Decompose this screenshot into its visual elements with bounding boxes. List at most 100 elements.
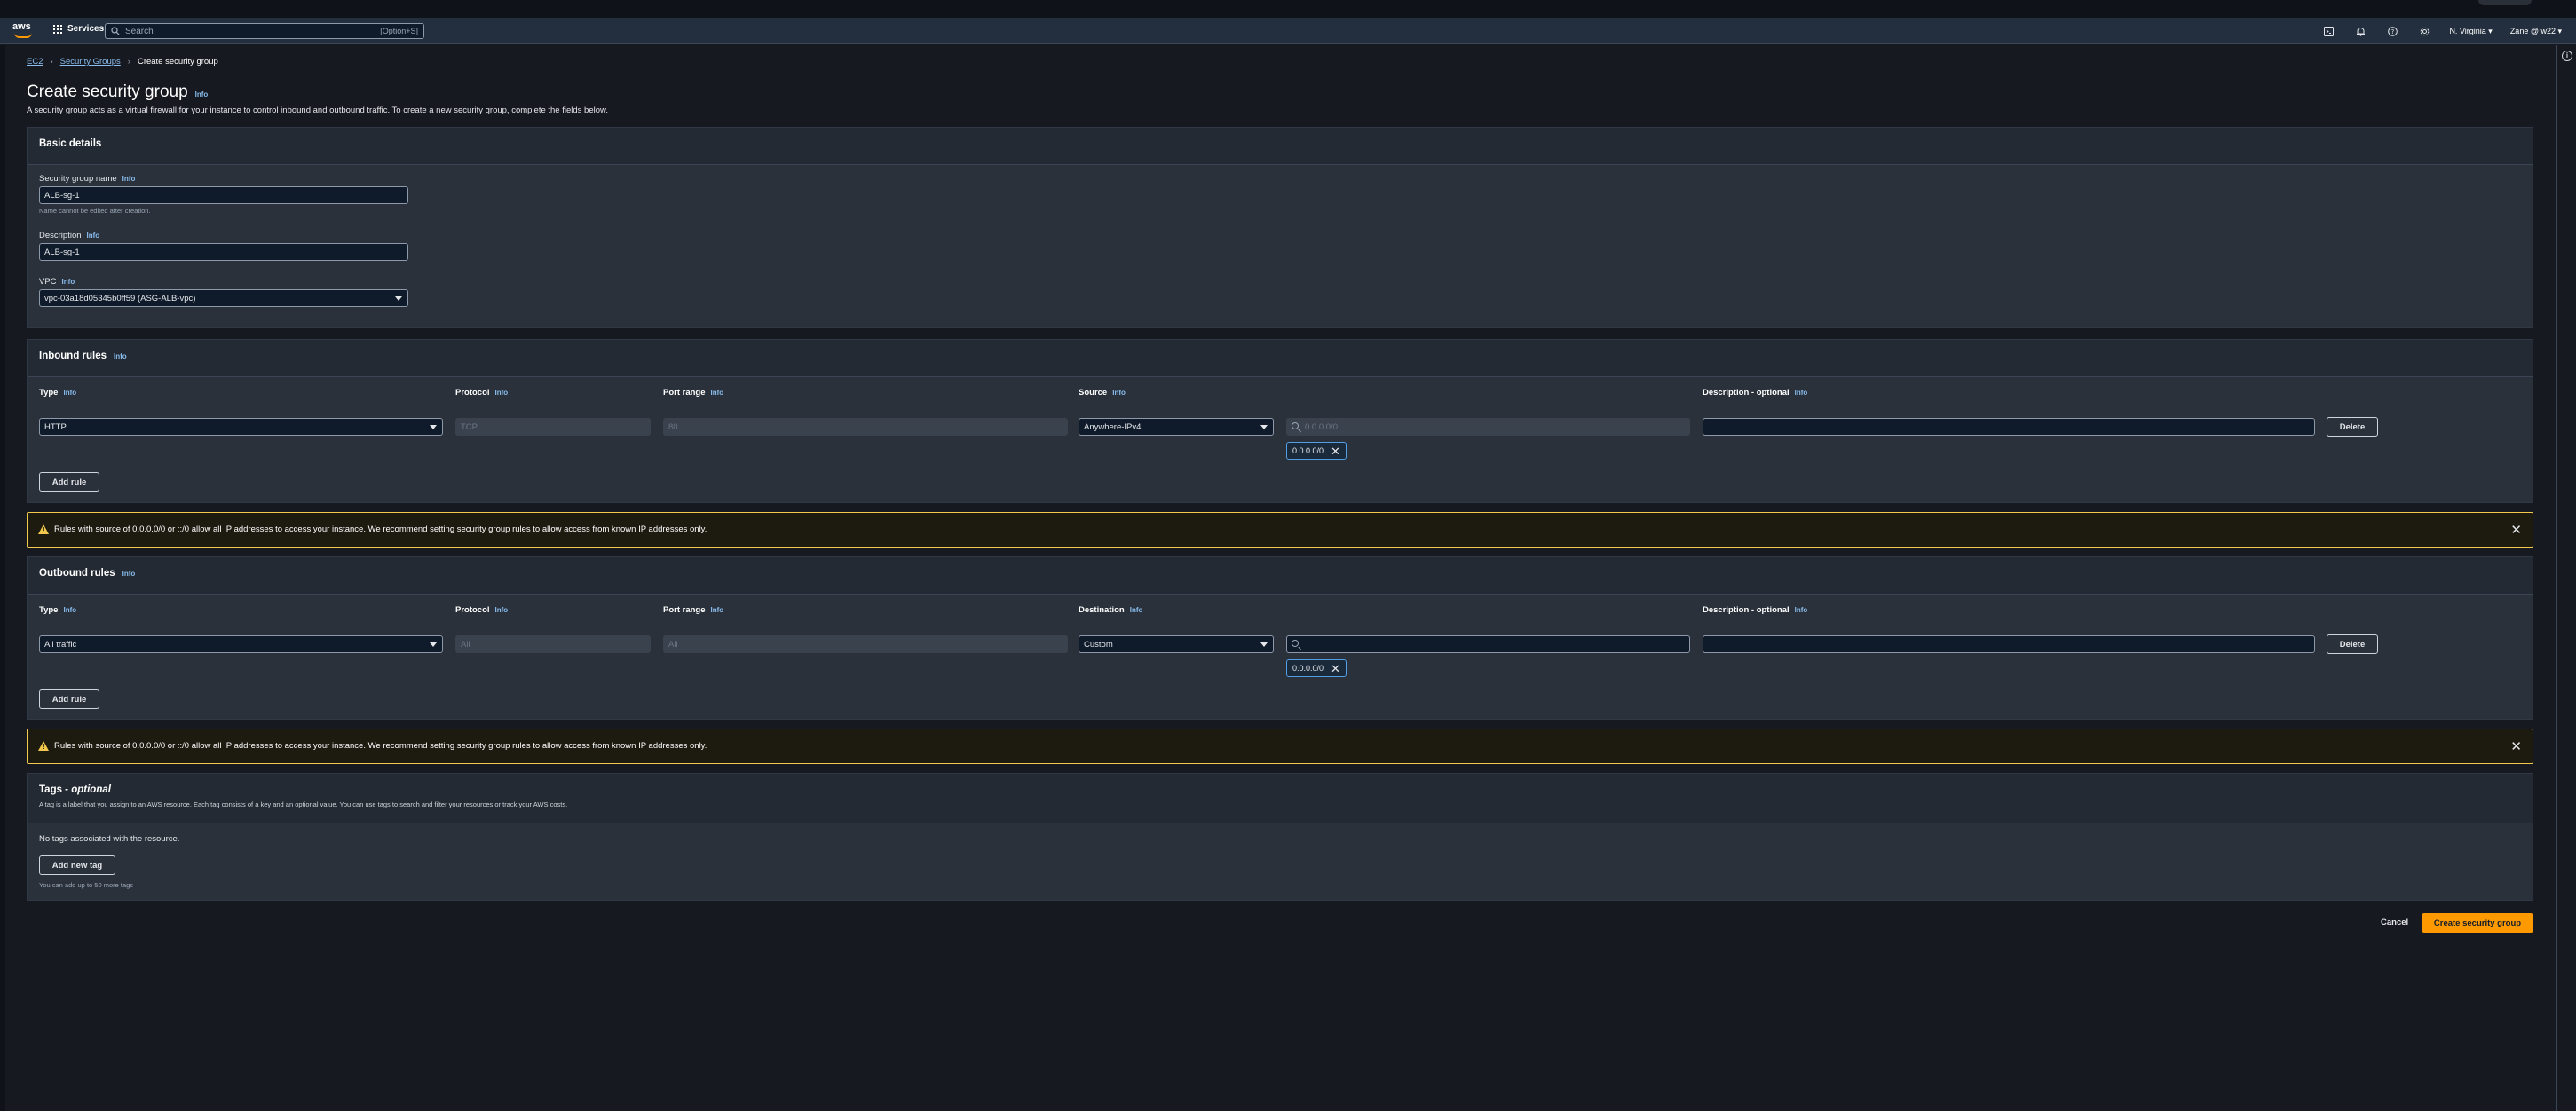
inbound-col-port: Port range Info — [663, 388, 723, 398]
tags-empty-message: No tags associated with the resource. — [39, 834, 180, 844]
description-label-text: Description — [39, 231, 82, 240]
inbound-col-desc-text: Description - optional — [1703, 388, 1790, 398]
close-icon[interactable]: ✕ — [1331, 663, 1340, 674]
services-menu[interactable]: Services — [53, 24, 104, 34]
inbound-info-link[interactable]: Info — [114, 352, 127, 360]
vpc-info-link[interactable]: Info — [62, 278, 75, 286]
inbound-source-select[interactable]: Anywhere-IPv4 — [1079, 418, 1274, 436]
vpc-label: VPC Info — [39, 277, 75, 287]
inbound-cidr-input[interactable]: 0.0.0.0/0 — [1286, 418, 1690, 436]
svg-text:?: ? — [2391, 28, 2395, 35]
outbound-desc-info[interactable]: Info — [1795, 606, 1808, 614]
search-placeholder: Search — [125, 26, 154, 36]
outbound-info-link[interactable]: Info — [122, 570, 136, 578]
window-handle — [2478, 0, 2532, 5]
aws-logo-text: aws — [12, 21, 31, 32]
caret-down-icon — [1260, 642, 1268, 647]
outbound-port-info[interactable]: Info — [711, 606, 724, 614]
close-icon[interactable]: ✕ — [1331, 445, 1340, 457]
search-input[interactable]: Search [Option+S] — [105, 23, 424, 39]
page-description: A security group acts as a virtual firew… — [27, 106, 608, 115]
breadcrumb-security-groups[interactable]: Security Groups — [60, 57, 121, 67]
outbound-rules-body: Type Info Protocol Info Port range Info Des… — [28, 595, 2533, 719]
inbound-type-info[interactable]: Info — [63, 389, 76, 397]
page-title: Create security group Info — [27, 83, 208, 102]
create-security-group-button[interactable]: Create security group — [2422, 913, 2533, 933]
tags-body: No tags associated with the resource. Ad… — [28, 823, 2533, 900]
outbound-col-dest-text: Destination — [1079, 605, 1125, 615]
inbound-port-info[interactable]: Info — [711, 389, 724, 397]
outbound-dest-info[interactable]: Info — [1130, 606, 1143, 614]
add-new-tag-button[interactable]: Add new tag — [39, 855, 115, 875]
outbound-token-label: 0.0.0.0/0 — [1292, 664, 1324, 673]
services-label: Services — [67, 24, 105, 34]
tags-limit-hint: You can add up to 50 more tags — [39, 881, 134, 889]
close-icon[interactable]: ✕ — [2510, 522, 2522, 538]
tags-title: Tags - optional — [39, 784, 111, 795]
close-icon[interactable]: ✕ — [2510, 738, 2522, 754]
description-label: Description Info — [39, 231, 99, 240]
outbound-rules-title: Outbound rules — [39, 568, 115, 579]
top-navigation: aws Services Search [Option+S] ? N. Virg… — [0, 18, 2576, 44]
warning-icon: ! — [38, 741, 49, 751]
inbound-col-type-text: Type — [39, 388, 59, 398]
inbound-delete-button[interactable]: Delete — [2327, 417, 2378, 437]
vpc-label-text: VPC — [39, 277, 57, 287]
inbound-type-select[interactable]: HTTP — [39, 418, 443, 436]
chevron-right-icon: › — [50, 57, 53, 67]
breadcrumb-current: Create security group — [137, 57, 218, 67]
aws-logo[interactable]: aws — [12, 21, 36, 39]
info-panel-icon[interactable]: i — [2562, 51, 2572, 61]
inbound-token-label: 0.0.0.0/0 — [1292, 446, 1324, 455]
outbound-dest-value: Custom — [1084, 640, 1113, 650]
gear-icon[interactable] — [2408, 18, 2440, 44]
basic-details-header: Basic details — [28, 128, 2533, 165]
search-icon — [1292, 640, 1299, 647]
outbound-add-rule-button[interactable]: Add rule — [39, 689, 99, 709]
inbound-source-value: Anywhere-IPv4 — [1084, 422, 1142, 432]
region-selector[interactable]: N. Virginia ▾ — [2440, 27, 2501, 36]
outbound-dest-select[interactable]: Custom — [1079, 635, 1274, 653]
outbound-type-select[interactable]: All traffic — [39, 635, 443, 653]
outbound-cidr-token: 0.0.0.0/0 ✕ — [1286, 659, 1347, 677]
tags-panel: Tags - optional A tag is a label that yo… — [27, 773, 2533, 901]
chevron-right-icon: › — [127, 57, 130, 67]
description-input[interactable]: ALB-sg-1 — [39, 243, 408, 261]
outbound-delete-button[interactable]: Delete — [2327, 634, 2378, 654]
sg-name-label-text: Security group name — [39, 174, 117, 184]
vpc-select[interactable]: vpc-03a18d05345b0ff59 (ASG-ALB-vpc) — [39, 289, 408, 307]
outbound-col-dest: Destination Info — [1079, 605, 1142, 615]
inbound-description-input[interactable] — [1703, 418, 2315, 436]
inbound-warning-alert: ! Rules with source of 0.0.0.0/0 or ::/0… — [27, 512, 2533, 548]
outbound-type-info[interactable]: Info — [63, 606, 76, 614]
search-shortcut: [Option+S] — [380, 27, 418, 35]
search-icon — [111, 27, 120, 35]
breadcrumb-ec2[interactable]: EC2 — [27, 57, 43, 67]
account-menu[interactable]: Zane @ w22 ▾ — [2501, 27, 2571, 36]
outbound-protocol-info[interactable]: Info — [495, 606, 509, 614]
outbound-col-desc-text: Description - optional — [1703, 605, 1790, 615]
description-info-link[interactable]: Info — [87, 232, 100, 240]
inbound-protocol-info[interactable]: Info — [495, 389, 509, 397]
outbound-col-desc: Description - optional Info — [1703, 605, 1807, 615]
sg-name-input[interactable]: ALB-sg-1 — [39, 186, 408, 204]
inbound-col-source: Source Info — [1079, 388, 1126, 398]
help-icon[interactable]: ? — [2376, 18, 2408, 44]
inbound-rules-header: Inbound rules Info — [28, 340, 2533, 377]
caret-down-icon — [395, 296, 402, 301]
sg-name-info-link[interactable]: Info — [122, 175, 136, 183]
vpc-select-value: vpc-03a18d05345b0ff59 (ASG-ALB-vpc) — [44, 294, 196, 303]
outbound-rules-panel: Outbound rules Info Type Info Protocol Info… — [27, 556, 2533, 720]
inbound-source-info[interactable]: Info — [1112, 389, 1126, 397]
page-info-link[interactable]: Info — [195, 91, 209, 98]
cloudshell-icon[interactable] — [2312, 18, 2344, 44]
inbound-add-rule-button[interactable]: Add rule — [39, 472, 99, 492]
inbound-desc-info[interactable]: Info — [1795, 389, 1808, 397]
bell-icon[interactable] — [2344, 18, 2376, 44]
tags-title-text: Tags - — [39, 784, 72, 795]
outbound-col-port: Port range Info — [663, 605, 723, 615]
cancel-button[interactable]: Cancel — [2374, 913, 2415, 933]
outbound-description-input[interactable] — [1703, 635, 2315, 653]
tags-description: A tag is a label that you assign to an A… — [39, 800, 568, 808]
outbound-cidr-input[interactable] — [1286, 635, 1690, 653]
